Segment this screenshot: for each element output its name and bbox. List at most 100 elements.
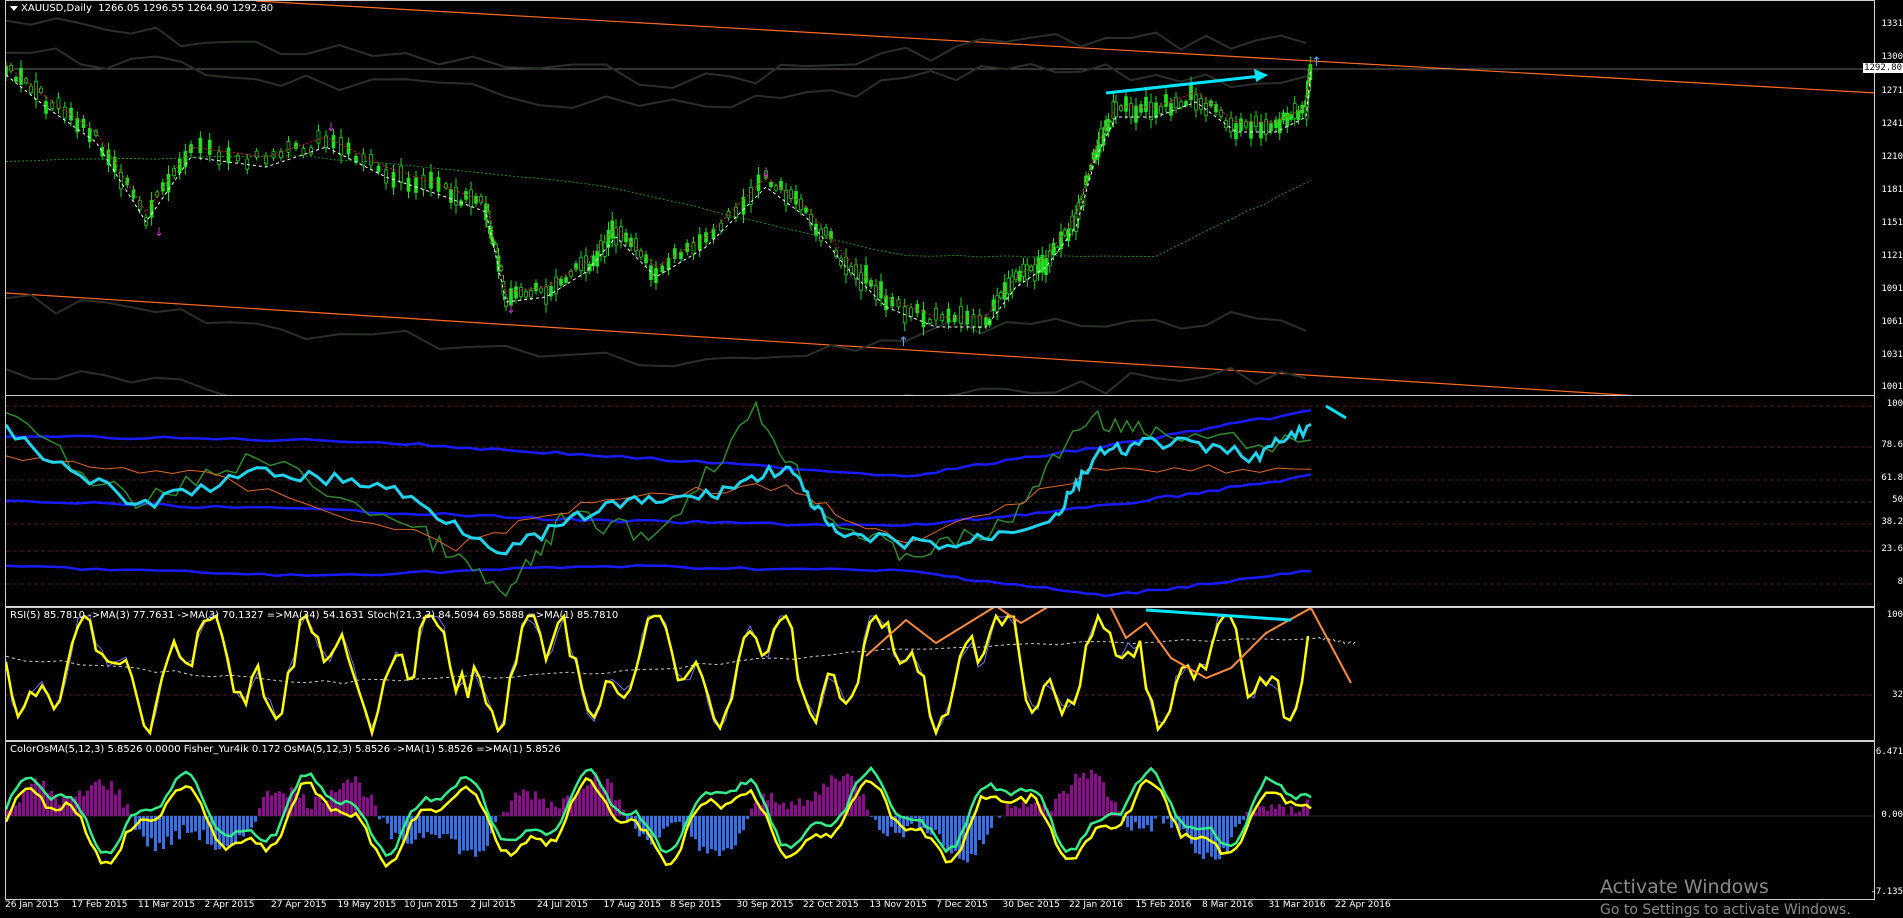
cyan-pointer-arrow [1326,406,1346,418]
rsi-indicator-pane[interactable]: RSI(5) 85.7810 ->MA(3) 77.7631 ->MA(3) 7… [5,607,1875,741]
date-axis[interactable]: 26 Jan 201517 Feb 201511 Mar 20152 Apr 2… [5,900,1875,912]
level-tick: 61.8 [1881,473,1903,483]
osma-axis[interactable]: 6.471 0.00 -7.135 [1875,741,1903,900]
candle-body [1140,105,1143,113]
osma-histogram-bar [1126,816,1129,827]
osma-histogram-bar [322,803,325,816]
level-tick: 100 [1887,399,1903,409]
dropdown-triangle-icon[interactable] [10,6,18,11]
osma-histogram-bar [658,816,661,838]
candle-body [735,207,738,217]
osma-indicator-pane[interactable]: ColorOsMA(5,12,3) 5.8526 0.0000 Fisher_Y… [5,741,1875,900]
rsi-indicator-label: RSI(5) 85.7810 ->MA(3) 77.7631 ->MA(3) 7… [10,610,618,621]
cyan-divergence-arrow [1146,610,1291,620]
candle-body [805,208,808,213]
osma-histogram-bar [710,816,713,849]
price-tick: 1031 [1881,350,1903,360]
price-chart-pane[interactable]: ↓↓↓↓↑↑ XAUUSD,Daily 1266.05 1296.55 1264… [5,0,1875,397]
candle-body [1018,271,1021,281]
osma-histogram-bar [278,791,281,816]
candle-body [910,308,913,317]
osma-histogram-bar [162,816,165,849]
candle-body [795,191,798,204]
candle-body [40,88,43,92]
osma-histogram-bar [470,816,473,850]
osma-histogram-bar [222,816,225,846]
osma-histogram-bar [1262,806,1265,816]
osma-histogram-bar [1026,807,1029,816]
candle-body [63,107,66,118]
osma-histogram-bar [678,816,681,822]
candle-body [1071,216,1074,229]
osma-histogram-bar [530,799,533,816]
date-tick: 27 Apr 2015 [271,900,327,910]
osma-histogram-bar [14,805,17,816]
cyan-arrowhead-icon [1254,69,1268,82]
candle-body [520,287,523,296]
osma-histogram-bar [158,816,161,843]
osma-histogram-bar [194,816,197,832]
osma-histogram-bar [878,816,881,830]
candle-body [820,229,823,241]
osma-histogram-bar [1142,816,1145,829]
osma-histogram-bar [734,816,737,846]
candle-body [173,168,176,175]
osma-histogram-bar [1070,785,1073,816]
osma-histogram-bar [506,812,509,816]
mid-blue-band [6,475,1311,526]
osma-histogram-bar [814,791,817,816]
candle-body [45,101,48,113]
date-tick: 19 May 2015 [338,900,397,910]
candle-body [865,265,868,283]
candle-body [635,239,638,251]
candle-body [770,182,773,186]
candle-body [332,135,335,147]
candle-body [560,279,563,285]
price-tick: 1331 [1881,19,1903,29]
osma-histogram-bar [786,809,789,816]
osma-histogram-bar [22,791,25,816]
osma-histogram-bar [434,816,437,835]
osma-histogram-bar [118,789,121,816]
price-axis[interactable]: 1331 1300 1292.80 1271 1241 1210 1181 11… [1875,0,1903,397]
rsi-axis[interactable]: 100 32 [1875,607,1903,741]
bands-indicator-pane[interactable] [5,395,1875,607]
osma-histogram-bar [670,816,673,823]
bands-axis[interactable]: 100 78.6 61.8 50 38.2 23.6 8 [1875,395,1903,607]
osma-histogram-bar [1018,808,1021,816]
osma-histogram-bar [1022,802,1025,816]
osma-histogram-bar [102,786,105,816]
osma-histogram-bar [342,783,345,816]
osma-histogram-bar [382,816,385,818]
candle-body [1260,122,1263,138]
candle-body [1255,116,1258,126]
osma-histogram-bar [590,783,593,816]
osma-histogram-bar [362,796,365,816]
osma-histogram-bar [474,816,477,857]
osma-histogram-bar [514,793,517,816]
osma-histogram-bar [522,789,525,816]
candle-body [1060,232,1063,249]
osma-histogram-bar [246,816,249,831]
price-chart-canvas: ↓↓↓↓↑↑ [6,1,1875,397]
osma-histogram-bar [746,816,749,819]
candle-body [295,143,298,148]
date-tick: 22 Jan 2016 [1069,900,1123,910]
date-tick: 22 Apr 2016 [1335,900,1391,910]
ma-green-dashed [6,156,1311,257]
osma-histogram-bar [442,816,445,834]
candle-body [15,77,18,81]
candle-body [815,224,818,236]
candle-body [1022,264,1025,277]
candle-body [430,172,433,188]
osma-histogram-bar [1030,804,1033,816]
osma-histogram-bar [26,791,29,816]
osma-histogram-bar [538,799,541,816]
candle-body [455,187,458,205]
candle-body [607,230,610,247]
osma-histogram-bar [1102,782,1105,816]
level-tick: -7.135 [1870,887,1903,897]
date-tick: 15 Feb 2016 [1136,900,1192,910]
stoch-blue-line [6,616,1308,733]
candle-body [985,318,988,326]
